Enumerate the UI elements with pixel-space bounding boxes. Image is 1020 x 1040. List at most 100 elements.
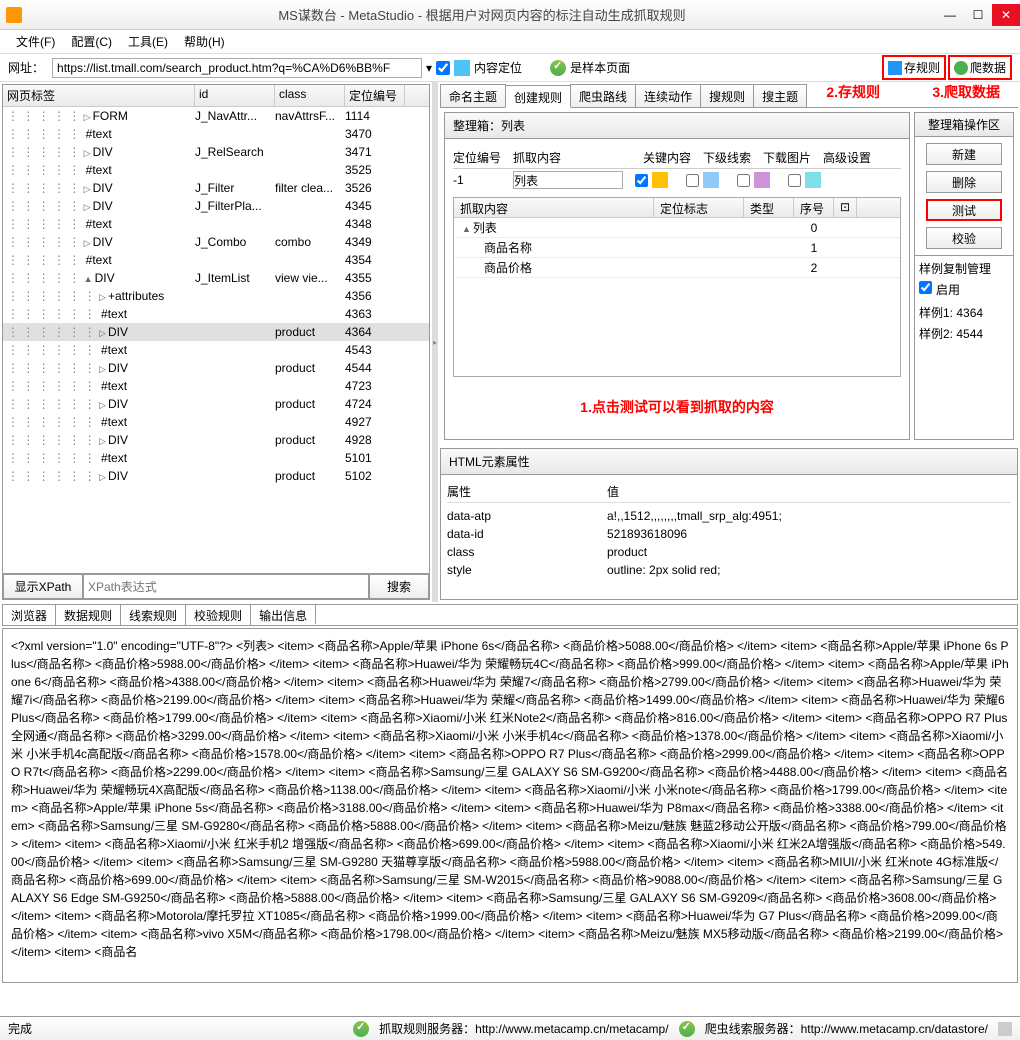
main-area: 网页标签idclass定位编号 ⋮ ⋮ ⋮ ⋮ ⋮ ▷FORMJ_NavAttr… — [0, 82, 1020, 602]
bottom-tab[interactable]: 输出信息 — [251, 605, 316, 625]
tree-row[interactable]: ⋮ ⋮ ⋮ ⋮ ⋮ ▷DIVJ_Filterfilter clea...3526 — [3, 179, 429, 197]
enable-check[interactable] — [919, 281, 932, 294]
splitter[interactable] — [432, 82, 438, 602]
tree-row[interactable]: ⋮ ⋮ ⋮ ⋮ ⋮ ⋮ ▷+attributes4356 — [3, 287, 429, 305]
rule-box-title: 整理箱：列表 — [445, 113, 909, 139]
menu-item[interactable]: 工具(E) — [120, 31, 176, 52]
extract-row[interactable]: 商品价格2 — [454, 258, 900, 278]
tree-row[interactable]: ⋮ ⋮ ⋮ ⋮ ⋮ ⋮ #text4927 — [3, 413, 429, 431]
bottom-tabs: 浏览器数据规则线索规则校验规则输出信息 — [2, 604, 1018, 626]
copy-mgmt-title: 样例复制管理 — [919, 260, 1009, 277]
url-label: 网址： — [8, 59, 44, 76]
tree-row[interactable]: ⋮ ⋮ ⋮ ⋮ ⋮ ⋮ #text5101 — [3, 449, 429, 467]
tree-row[interactable]: ⋮ ⋮ ⋮ ⋮ ⋮ #text3470 — [3, 125, 429, 143]
tab[interactable]: 命名主题 — [440, 84, 506, 107]
sample-1: 样例1: 4364 — [919, 304, 1009, 321]
tab[interactable]: 连续动作 — [635, 84, 701, 107]
show-xpath-button[interactable]: 显示XPath — [3, 574, 83, 599]
annotation-3: 3.爬取数据 — [932, 82, 1000, 102]
url-checkbox[interactable] — [436, 61, 450, 75]
tree-header-cell[interactable]: class — [275, 85, 345, 106]
tree-row[interactable]: ⋮ ⋮ ⋮ ⋮ ⋮ ⋮ ▷DIVproduct4928 — [3, 431, 429, 449]
verify-button[interactable]: 校验 — [926, 227, 1002, 249]
key-icon — [652, 172, 668, 188]
extract-row[interactable]: 商品名称1 — [454, 238, 900, 258]
locate-icon[interactable] — [454, 60, 470, 76]
bottom-tab[interactable]: 数据规则 — [56, 605, 121, 625]
grid-col-head: 定位编号 — [453, 149, 513, 166]
ops-title: 整理箱操作区 — [915, 113, 1013, 137]
tree-row[interactable]: ⋮ ⋮ ⋮ ⋮ ⋮ #text4348 — [3, 215, 429, 233]
xpath-input[interactable] — [83, 574, 369, 599]
img-check[interactable] — [737, 174, 750, 187]
key-content-check[interactable] — [635, 174, 648, 187]
tab[interactable]: 创建规则 — [505, 85, 571, 108]
minimize-button[interactable]: — — [936, 4, 964, 26]
sublink-check[interactable] — [686, 174, 699, 187]
extract-row[interactable]: ▲列表0 — [454, 218, 900, 238]
tree-body[interactable]: ⋮ ⋮ ⋮ ⋮ ⋮ ▷FORMJ_NavAttr...navAttrsF...1… — [3, 107, 429, 573]
output-panel[interactable]: <?xml version="1.0" encoding="UTF-8"?> <… — [2, 628, 1018, 983]
extract-tree: 抓取内容定位标志类型序号⊡ ▲列表0商品名称1商品价格2 — [453, 197, 901, 377]
col-picker-icon[interactable]: ⊡ — [834, 198, 857, 217]
check-icon — [353, 1021, 369, 1037]
test-button[interactable]: 测试 — [926, 199, 1002, 221]
attr-panel: HTML元素属性 属性 值 data-atpa!,,1512,,,,,,,,tm… — [440, 448, 1018, 600]
bottom-tab[interactable]: 线索规则 — [121, 605, 186, 625]
tree-row[interactable]: ⋮ ⋮ ⋮ ⋮ ⋮ ⋮ ▷DIVproduct4364 — [3, 323, 429, 341]
maximize-button[interactable]: ☐ — [964, 4, 992, 26]
tab[interactable]: 搜规则 — [700, 84, 754, 107]
status-server-1: 抓取规则服务器：http://www.metacamp.cn/metacamp/ — [379, 1020, 668, 1037]
new-button[interactable]: 新建 — [926, 143, 1002, 165]
tree-row[interactable]: ⋮ ⋮ ⋮ ⋮ ⋮ ▷DIVJ_FilterPla...4345 — [3, 197, 429, 215]
tree-row[interactable]: ⋮ ⋮ ⋮ ⋮ ⋮ ▷FORMJ_NavAttr...navAttrsF...1… — [3, 107, 429, 125]
tree-row[interactable]: ⋮ ⋮ ⋮ ⋮ ⋮ ▲DIVJ_ItemListview vie...4355 — [3, 269, 429, 287]
url-input[interactable] — [52, 58, 422, 78]
tree-row[interactable]: ⋮ ⋮ ⋮ ⋮ ⋮ #text3525 — [3, 161, 429, 179]
right-panel: 命名主题创建规则爬虫路线连续动作搜规则搜主题 整理箱：列表 定位编号抓取内容关键… — [440, 84, 1018, 600]
attr-row: data-id521893618096 — [447, 525, 1011, 543]
tree-row[interactable]: ⋮ ⋮ ⋮ ⋮ ⋮ ⋮ ▷DIVproduct4724 — [3, 395, 429, 413]
tree-row[interactable]: ⋮ ⋮ ⋮ ⋮ ⋮ ⋮ #text4363 — [3, 305, 429, 323]
dropdown-icon[interactable]: ▾ — [426, 61, 432, 75]
xpath-search-button[interactable]: 搜索 — [369, 574, 429, 599]
grid-col-head: 下级线索 — [703, 149, 763, 166]
attr-row: classproduct — [447, 543, 1011, 561]
attr-key-head: 属性 — [447, 483, 607, 500]
adv-check[interactable] — [788, 174, 801, 187]
annotation-2: 2.存规则 — [826, 82, 880, 102]
xpath-row: 显示XPath 搜索 — [3, 573, 429, 599]
tab[interactable]: 搜主题 — [753, 84, 807, 107]
grid-col-head: 抓取内容 — [513, 149, 643, 166]
tree-row[interactable]: ⋮ ⋮ ⋮ ⋮ ⋮ ⋮ #text4543 — [3, 341, 429, 359]
content-input[interactable] — [513, 171, 623, 189]
menu-item[interactable]: 帮助(H) — [176, 31, 233, 52]
tree-row[interactable]: ⋮ ⋮ ⋮ ⋮ ⋮ ⋮ ▷DIVproduct5102 — [3, 467, 429, 485]
tab[interactable]: 爬虫路线 — [570, 84, 636, 107]
grid-col-head: 下载图片 — [763, 149, 823, 166]
tree-row[interactable]: ⋮ ⋮ ⋮ ⋮ ⋮ ⋮ #text4723 — [3, 377, 429, 395]
dom-tree-panel: 网页标签idclass定位编号 ⋮ ⋮ ⋮ ⋮ ⋮ ▷FORMJ_NavAttr… — [2, 84, 430, 600]
tree-row[interactable]: ⋮ ⋮ ⋮ ⋮ ⋮ ⋮ ▷DIVproduct4544 — [3, 359, 429, 377]
crawl-data-button[interactable]: 爬数据 — [948, 55, 1012, 80]
check-icon — [679, 1021, 695, 1037]
tree-row[interactable]: ⋮ ⋮ ⋮ ⋮ ⋮ ▷DIVJ_RelSearch3471 — [3, 143, 429, 161]
tree-header-cell[interactable]: id — [195, 85, 275, 106]
resize-grip-icon[interactable] — [998, 1022, 1012, 1036]
bottom-tab[interactable]: 校验规则 — [186, 605, 251, 625]
toolbar: 网址： ▾ 内容定位 是样本页面 存规则 爬数据 — [0, 54, 1020, 82]
attr-row: data-atpa!,,1512,,,,,,,,tmall_srp_alg:49… — [447, 507, 1011, 525]
close-button[interactable]: ✕ — [992, 4, 1020, 26]
menu-item[interactable]: 文件(F) — [8, 31, 63, 52]
save-icon — [888, 61, 902, 75]
delete-button[interactable]: 删除 — [926, 171, 1002, 193]
tree-header-cell[interactable]: 定位编号 — [345, 85, 405, 106]
menu-item[interactable]: 配置(C) — [63, 31, 120, 52]
window-title: MS谋数台 - MetaStudio - 根据用户对网页内容的标注自动生成抓取规… — [28, 5, 936, 24]
tree-header-cell[interactable]: 网页标签 — [3, 85, 195, 106]
sample-2: 样例2: 4544 — [919, 325, 1009, 342]
bottom-tab[interactable]: 浏览器 — [3, 605, 56, 625]
tree-row[interactable]: ⋮ ⋮ ⋮ ⋮ ⋮ #text4354 — [3, 251, 429, 269]
tree-row[interactable]: ⋮ ⋮ ⋮ ⋮ ⋮ ▷DIVJ_Combocombo4349 — [3, 233, 429, 251]
save-rule-button[interactable]: 存规则 — [882, 55, 946, 80]
